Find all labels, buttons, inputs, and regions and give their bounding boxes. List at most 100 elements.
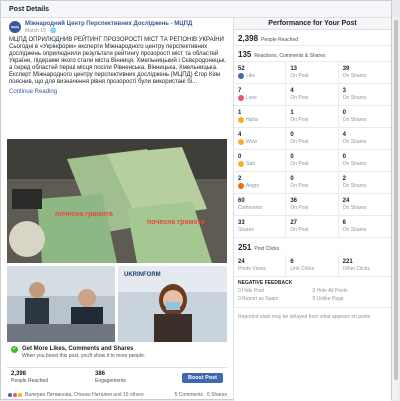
reaction-label: Angry	[238, 183, 285, 189]
reaction-label-text: Sad	[246, 161, 255, 167]
reaction-total: 2	[238, 176, 242, 182]
people-reached-metric: 2,398 People Reached	[234, 30, 391, 46]
page-name-link[interactable]: Міжнародний Центр Перспективних Дослідже…	[25, 21, 192, 28]
reaction-on-shares: 0	[342, 154, 346, 160]
reaction-on-shares: 39	[342, 66, 350, 72]
reaction-total-cell: 52 Like	[234, 62, 287, 83]
reaction-on-post-cell: 4 On Post	[286, 84, 339, 105]
like-icon	[238, 73, 244, 79]
post-clicks-metric: 251 Post Clicks	[234, 238, 391, 254]
people-reached-stat: 2,398 People Reached	[7, 371, 91, 384]
on-post-label: On Post	[290, 139, 309, 145]
post-photo-certificates[interactable]: почесна грамота почесна грамота	[7, 139, 227, 263]
reaction-total: 0	[238, 154, 242, 160]
reaction-on-shares-cell: 6 On Shares	[339, 216, 391, 237]
certificate-text-2: почесна грамота	[147, 219, 205, 226]
on-shares-label: On Shares	[342, 227, 367, 233]
reaction-on-post-cell: 0 On Post	[286, 150, 339, 171]
check-icon: ✓	[11, 346, 18, 353]
reaction-total-cell: 33 Shares	[234, 216, 287, 237]
sad-icon	[238, 161, 244, 167]
click-breakdown: 24 Photo Views 6 Link Clicks 221 Other C…	[234, 254, 391, 276]
reaction-breakdown: 52 Like 13 On Post 39 On Shares 7 Love 4 On Post 3…	[234, 62, 391, 238]
reaction-label: Like	[238, 73, 285, 79]
other-clicks-label: Other Clicks	[342, 265, 370, 272]
on-shares-label: On Shares	[342, 139, 367, 145]
post-photo-presenter[interactable]: UKRINFORM	[118, 266, 227, 342]
reaction-total: 52	[238, 66, 245, 72]
reactions-label: Reactions, Comments & Shares	[254, 53, 326, 59]
reaction-label: Haha	[238, 117, 285, 123]
reaction-summary-icons[interactable]	[7, 392, 23, 398]
reaction-label: Comments	[238, 205, 285, 211]
reaction-row: 2 Angry 0 On Post 2 On Shares	[234, 172, 391, 194]
reaction-label-text: Angry	[246, 183, 260, 189]
on-post-label: On Post	[290, 73, 309, 79]
engagements-label: Engagements	[95, 378, 126, 384]
boost-title: Get More Likes, Comments and Shares	[22, 346, 134, 352]
clicks-label: Post Clicks	[254, 246, 280, 252]
on-shares-label: On Shares	[342, 73, 367, 79]
other-clicks-cell: 221 Other Clicks	[339, 254, 391, 276]
on-shares-label: On Shares	[342, 161, 367, 167]
reaction-row: 7 Love 4 On Post 3 On Shares	[234, 84, 391, 106]
reaction-total-cell: 4 Wow	[234, 128, 287, 149]
reaction-on-shares-cell: 3 On Shares	[339, 84, 391, 105]
reaction-row: 0 Sad 0 On Post 0 On Shares	[234, 150, 391, 172]
on-post-label: On Post	[290, 183, 309, 189]
reaction-on-shares: 4	[342, 132, 346, 138]
performance-panel: Performance for Your Post 2,398 People R…	[233, 18, 391, 401]
post-date[interactable]: March 10 · 🌐	[25, 28, 192, 34]
love-icon	[238, 95, 244, 101]
page-avatar[interactable]: МЦПД	[9, 21, 21, 33]
dialog-title: Post Details	[1, 1, 391, 18]
on-shares-label: On Shares	[342, 183, 367, 189]
report-spam-stat: 0 Report as Spam	[238, 296, 279, 302]
wow-icon	[238, 139, 244, 145]
post-details-dialog: Post Details МЦПД Міжнародний Центр Перс…	[0, 0, 392, 401]
shares-count[interactable]: 6 Shares	[207, 392, 227, 398]
reaction-on-shares: 0	[342, 110, 346, 116]
boost-post-button[interactable]: Boost Post	[181, 372, 223, 383]
post-body-1: Сьогодні в «Укрінформ» експерти Міжнарод…	[9, 44, 226, 71]
reaction-total-cell: 1 Haha	[234, 106, 287, 127]
post-stats-row: 2,398 People Reached 386 Engagements Boo…	[7, 367, 227, 387]
reactors-names[interactable]: Валерия Литвинова, Отенко Наталия and 15…	[25, 392, 172, 398]
reaction-total: 1	[238, 110, 242, 116]
unlike-page-stat: 0 Unlike Page	[312, 296, 344, 302]
reaction-on-shares-cell: 0 On Shares	[339, 150, 391, 171]
on-shares-label: On Shares	[342, 95, 367, 101]
reaction-on-post-cell: 36 On Post	[286, 194, 339, 215]
continue-reading-link[interactable]: Continue Reading	[5, 89, 232, 96]
on-shares-label: On Shares	[342, 205, 367, 211]
post-photo-speakers[interactable]	[7, 266, 115, 342]
on-post-label: On Post	[290, 95, 309, 101]
certificate-text-1: почесна грамота	[55, 211, 113, 218]
reaction-row: 60 Comments 36 On Post 24 On Shares	[234, 194, 391, 216]
reaction-label: Love	[238, 95, 285, 101]
reaction-row: 52 Like 13 On Post 39 On Shares	[234, 62, 391, 84]
wow-icon	[17, 392, 23, 398]
reaction-label-text: Like	[246, 73, 256, 79]
reaction-label: Shares	[238, 227, 285, 233]
globe-icon: 🌐	[50, 28, 57, 34]
reaction-on-post: 13	[290, 66, 298, 72]
photo-views-num: 24	[238, 258, 245, 265]
comments-count[interactable]: 5 Comments	[175, 392, 203, 398]
on-shares-label: On Shares	[342, 117, 367, 123]
people-reached-num: 2,398	[11, 371, 27, 377]
reaction-on-shares: 24	[342, 198, 350, 204]
reaction-on-post-cell: 0 On Post	[286, 172, 339, 193]
post-body-2: Експерт Міжнародного центру перспективни…	[9, 72, 221, 85]
other-clicks-num: 221	[342, 258, 353, 265]
post-text: МЦПД ОПРИЛЮДНИВ РЕЙТИНГ ПРОЗОРОСТІ МІСТ …	[5, 34, 232, 89]
angry-icon	[238, 183, 244, 189]
reaction-total-cell: 2 Angry	[234, 172, 287, 193]
ukrinform-banner: UKRINFORM	[124, 272, 161, 278]
scrollbar-thumb[interactable]	[394, 20, 398, 380]
hide-all-posts-stat: 0 Hide All Posts	[312, 288, 348, 294]
clicks-num: 251	[238, 243, 252, 252]
negative-feedback-title: NEGATIVE FEEDBACK	[234, 276, 391, 287]
reactions-metric: 135 Reactions, Comments & Shares	[234, 46, 391, 62]
reaction-label: Sad	[238, 161, 285, 167]
